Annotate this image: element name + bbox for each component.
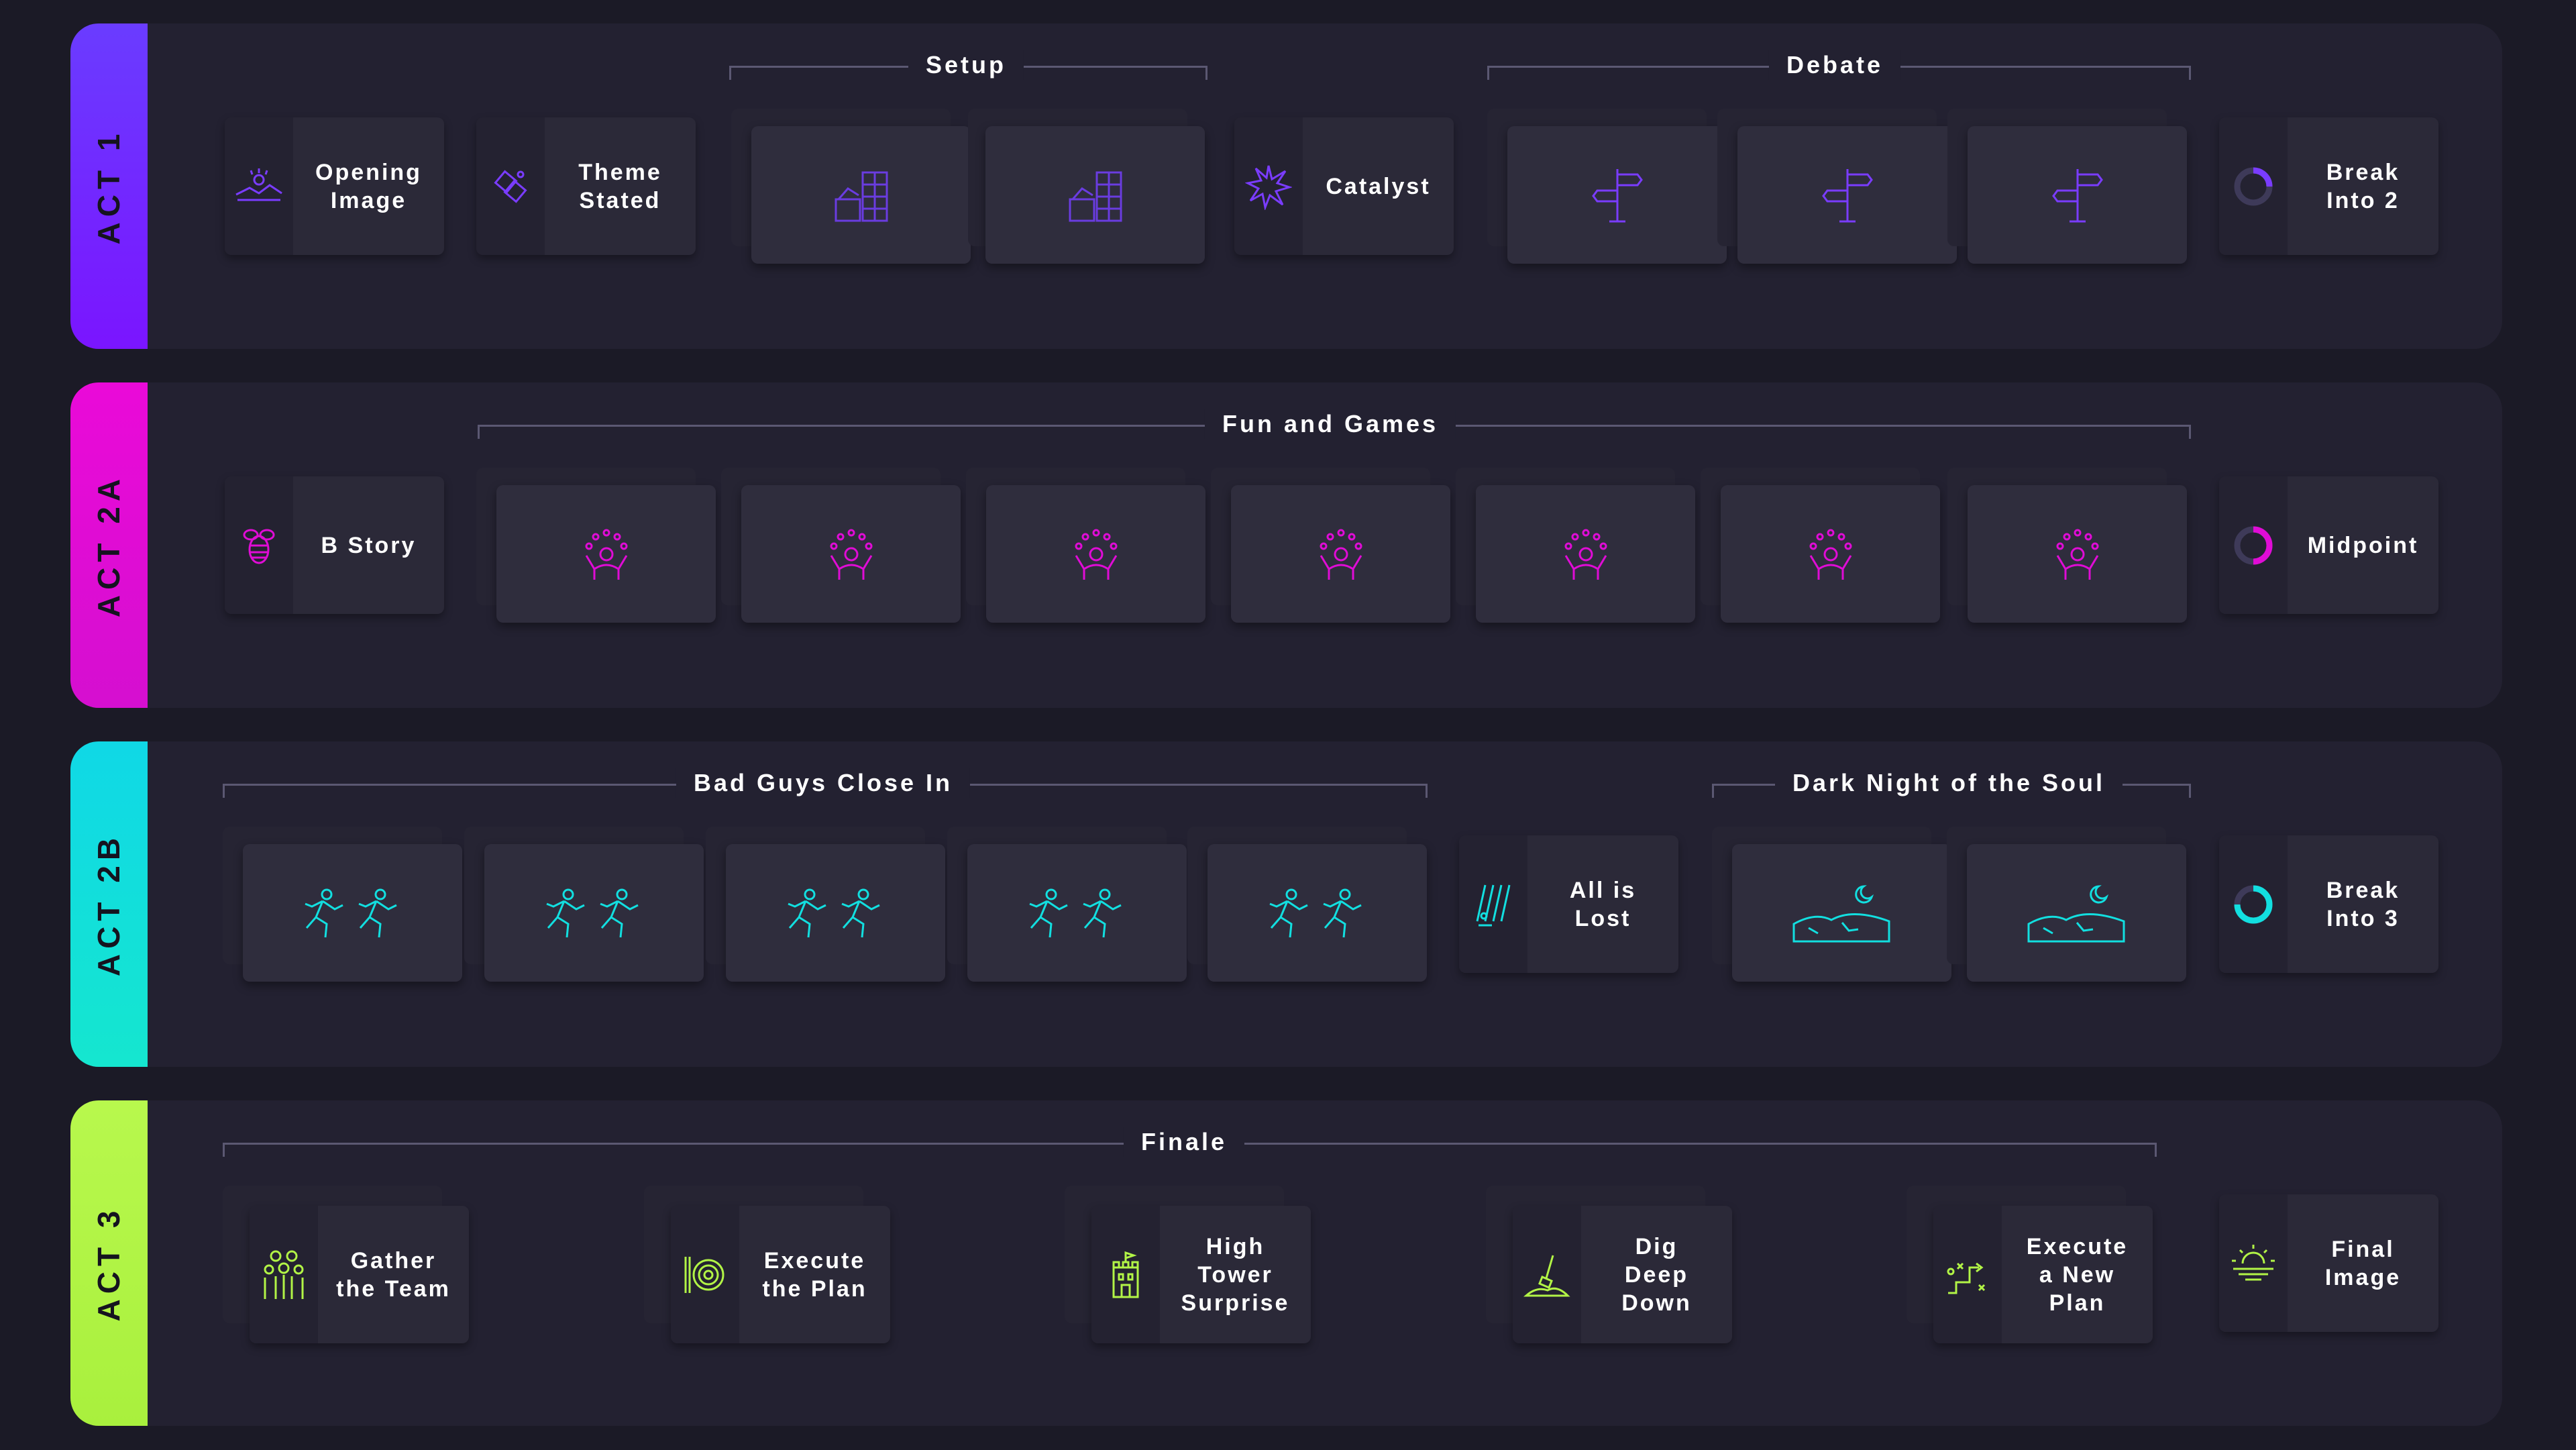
bad-guys-card-2[interactable] [484,844,704,982]
beat-label: Execute the Plan [762,1247,867,1302]
bee-icon [225,476,293,614]
beat-label: Theme Stated [578,159,662,213]
quarter-ring-icon [2219,117,2288,255]
act-2b-label: ACT 2B [91,832,126,976]
running-chase-icon [304,888,397,937]
fun-card-6[interactable] [1721,485,1940,623]
beat-label: Execute a New Plan [2026,1233,2129,1316]
setup-card-2[interactable] [985,126,1205,264]
running-chase-icon [1269,888,1362,937]
running-chase-icon [1028,888,1122,937]
beat-label: Opening Image [315,159,422,213]
beat-execute-new-plan[interactable]: Execute a New Plan [1933,1206,2153,1343]
beat-break-into-2[interactable]: Break Into 2 [2219,117,2438,255]
beat-label: Final Image [2324,1236,2402,1290]
beat-label: All is Lost [1569,877,1637,931]
juggler-icon [585,529,627,580]
beat-catalyst[interactable]: Catalyst [1234,117,1454,255]
beat-label: Gather the Team [336,1247,451,1302]
building-blocks-icon [1069,171,1122,221]
running-chase-icon [545,888,639,937]
juggler-icon [830,529,872,580]
beat-high-tower-surprise[interactable]: High Tower Surprise [1091,1206,1311,1343]
setup-card-1[interactable] [751,126,971,264]
beat-label: Break Into 3 [2326,877,2400,931]
juggler-icon [1809,529,1851,580]
act-2a-row: ACT 2A Fun and Games B Story Midpoint [70,382,2502,708]
act-1-label: ACT 1 [91,128,126,244]
building-blocks-icon [835,171,888,221]
beat-final-image[interactable]: Final Image [2219,1194,2438,1332]
beat-b-story[interactable]: B Story [225,476,444,614]
fun-card-2[interactable] [741,485,961,623]
act-1-strip: ACT 1 [70,23,148,349]
beat-theme-stated[interactable]: Theme Stated [476,117,696,255]
debate-card-3[interactable] [1968,126,2187,264]
dark-night-label: Dark Night of the Soul [1775,768,2123,798]
juggler-icon [1564,529,1607,580]
act-1-row: ACT 1 Setup Debate Opening Image Theme S… [70,23,2502,349]
debate-card-1[interactable] [1507,126,1727,264]
debate-label: Debate [1768,50,1901,80]
fun-card-3[interactable] [986,485,1205,623]
half-ring-icon [2219,476,2288,614]
beat-label: Dig Deep Down [1621,1233,1692,1316]
fun-card-5[interactable] [1476,485,1695,623]
team-group-icon [250,1206,318,1343]
debate-card-2[interactable] [1737,126,1957,264]
shovel-dig-icon [1513,1206,1581,1343]
act-2b-strip: ACT 2B [70,741,148,1067]
beat-execute-the-plan[interactable]: Execute the Plan [671,1206,890,1343]
fun-card-4[interactable] [1231,485,1450,623]
beat-label: High Tower Surprise [1181,1233,1290,1316]
beat-label: Break Into 2 [2326,159,2400,213]
beat-opening-image[interactable]: Opening Image [225,117,444,255]
fun-card-1[interactable] [496,485,716,623]
explosion-burst-icon [1234,117,1303,255]
signpost-icon [1591,168,1643,222]
beat-dig-deep-down[interactable]: Dig Deep Down [1513,1206,1732,1343]
juggler-icon [1320,529,1362,580]
sunrise-landscape-icon [225,117,293,255]
signpost-icon [2051,168,2103,222]
act-3-label: ACT 3 [91,1205,126,1321]
beat-break-into-3[interactable]: Break Into 3 [2219,835,2438,973]
fun-and-games-label: Fun and Games [1204,409,1456,439]
setup-label: Setup [908,50,1024,80]
finale-label: Finale [1123,1127,1245,1157]
target-dart-icon [671,1206,739,1343]
juggler-icon [2056,529,2098,580]
moon-desert-icon [1792,884,1890,942]
beat-gather-the-team[interactable]: Gather the Team [250,1206,469,1343]
castle-tower-icon [1091,1206,1160,1343]
moon-desert-icon [2027,884,2125,942]
act-2a-label: ACT 2A [91,473,126,617]
beat-label: Midpoint [2307,532,2419,558]
beat-label: B Story [321,532,417,558]
strategy-play-icon [1933,1206,2002,1343]
act-3-strip: ACT 3 [70,1100,148,1426]
running-chase-icon [787,888,880,937]
beat-label: Catalyst [1326,173,1431,199]
juggler-icon [1075,529,1117,580]
rain-figure-icon [1459,835,1527,973]
act-3-row: ACT 3 Finale Gather the Team Execute the… [70,1100,2502,1426]
signpost-icon [1821,168,1873,222]
three-quarter-ring-icon [2219,835,2288,973]
bad-guys-card-5[interactable] [1208,844,1427,982]
fun-card-7[interactable] [1968,485,2187,623]
bad-guys-card-4[interactable] [967,844,1187,982]
dark-night-card-1[interactable] [1732,844,1951,982]
bad-guys-card-3[interactable] [726,844,945,982]
beat-midpoint[interactable]: Midpoint [2219,476,2438,614]
puzzle-pieces-icon [476,117,545,255]
act-2a-strip: ACT 2A [70,382,148,708]
beat-all-is-lost[interactable]: All is Lost [1459,835,1678,973]
sunset-island-icon [2219,1194,2288,1332]
bad-guys-label: Bad Guys Close In [676,768,971,798]
act-2b-row: ACT 2B Bad Guys Close In Dark Night of t… [70,741,2502,1067]
dark-night-card-2[interactable] [1967,844,2186,982]
bad-guys-card-1[interactable] [243,844,462,982]
